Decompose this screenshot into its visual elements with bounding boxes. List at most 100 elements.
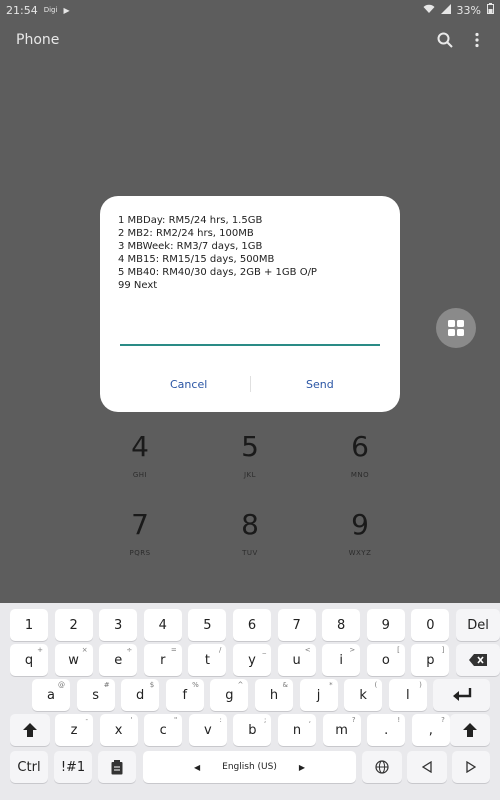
key-u-alt: < (304, 646, 311, 654)
search-button[interactable] (434, 29, 456, 51)
enter-button[interactable] (433, 679, 490, 711)
key-h-label: h (269, 687, 279, 703)
arrow-right-icon (466, 761, 476, 773)
wifi-icon (423, 4, 435, 17)
dial-key-5[interactable]: 5 JKL (205, 430, 295, 479)
shift-right-button[interactable] (450, 714, 490, 746)
key-l-alt: ) (419, 681, 422, 689)
key-b[interactable]: b; (233, 714, 272, 746)
key-period[interactable]: .! (367, 714, 406, 746)
key-o-alt: [ (397, 646, 400, 654)
reply-input[interactable] (120, 320, 380, 346)
language-button[interactable] (362, 751, 402, 783)
key-s-label: s (92, 687, 99, 703)
key-c[interactable]: c " (144, 714, 183, 746)
status-bar: 21:54 Digi ▶ 33% (0, 0, 500, 20)
key-i[interactable]: i > (322, 644, 361, 676)
menu-option-3: 3 MBWeek: RM3/7 days, 1GB (118, 241, 263, 252)
key-r[interactable]: r = (143, 644, 182, 676)
key-4[interactable]: 4 (143, 609, 182, 641)
key-o[interactable]: o[ (366, 644, 405, 676)
shift-icon (463, 723, 477, 737)
key-s-alt: # (103, 681, 110, 689)
cursor-right-button[interactable] (452, 751, 490, 783)
ctrl-button[interactable]: Ctrl (10, 751, 48, 783)
delete-button[interactable]: Del (456, 609, 500, 641)
key-y-alt: _ (262, 646, 267, 654)
key-z-label: z (70, 722, 78, 738)
space-bar[interactable]: ◀ English (US) ▶ (143, 751, 356, 783)
key-g[interactable]: g ^ (210, 679, 249, 711)
shift-icon (23, 723, 37, 737)
dial-key-9[interactable]: 9 WXYZ (315, 508, 405, 557)
symbols-button[interactable]: !#1 (54, 751, 92, 783)
dial-key-4[interactable]: 4 GHI (95, 430, 185, 479)
key-u[interactable]: u < (277, 644, 316, 676)
key-w[interactable]: w × (54, 644, 93, 676)
button-divider (250, 376, 251, 392)
key-9-label: 9 (381, 617, 390, 633)
key-h[interactable]: h & (255, 679, 293, 711)
key-t-label: t (204, 652, 210, 668)
key-8[interactable]: 8 (322, 609, 361, 641)
more-options-button[interactable] (466, 29, 488, 51)
key-v-alt: : (219, 716, 222, 724)
key-d[interactable]: d $ (121, 679, 160, 711)
key-1[interactable]: 1 (10, 609, 48, 641)
dialpad: 4 GHI 5 JKL 6 MNO 7 PQRS 8 TUV 9 WXYZ (0, 430, 500, 586)
key-k-alt: ( (374, 681, 378, 689)
key-0[interactable]: 0 (411, 609, 450, 641)
key-w-label: w (68, 652, 79, 668)
keyboard-row-4: Ctrl !#1 ◀ English (US) ▶ (0, 751, 500, 783)
signal-icon (440, 3, 451, 17)
key-comma[interactable]: ,? (411, 714, 450, 746)
menu-option-2: 2 MB2: RM2/24 hrs, 100MB (118, 228, 254, 239)
clipboard-icon (111, 759, 123, 774)
dial-key-8[interactable]: 8 TUV (205, 508, 295, 557)
key-c-label: c (159, 722, 167, 738)
keypad-toggle-button[interactable] (436, 308, 476, 348)
key-q[interactable]: q + (10, 644, 48, 676)
key-n[interactable]: n, (278, 714, 316, 746)
key-v[interactable]: v: (188, 714, 227, 746)
key-x[interactable]: x ' (99, 714, 138, 746)
send-button[interactable]: Send (306, 378, 334, 391)
key-e[interactable]: e ÷ (99, 644, 138, 676)
key-2[interactable]: 2 (54, 609, 93, 641)
backspace-button[interactable] (456, 644, 500, 676)
key-s[interactable]: s # (76, 679, 115, 711)
key-n-label: n (292, 722, 302, 738)
key-l-label: l (405, 687, 410, 703)
key-2-label: 2 (69, 617, 78, 633)
key-j-label: j (316, 687, 321, 703)
key-k[interactable]: k( (344, 679, 383, 711)
key-6-label: 6 (247, 617, 257, 633)
key-d-alt: $ (149, 681, 155, 689)
key-x-alt: ' (130, 716, 133, 724)
key-z[interactable]: z- (55, 714, 93, 746)
dial-key-7[interactable]: 7 PQRS (95, 508, 185, 557)
dial-key-6[interactable]: 6 MNO (315, 430, 405, 479)
key-q-alt: + (37, 646, 43, 654)
key-1-label: 1 (24, 617, 34, 633)
key-t[interactable]: t / (188, 644, 227, 676)
key-p[interactable]: p] (411, 644, 450, 676)
backspace-icon (469, 654, 487, 666)
key-6[interactable]: 6 (233, 609, 271, 641)
key-j[interactable]: j * (299, 679, 338, 711)
key-r-label: r (160, 652, 166, 668)
key-c-alt: " (173, 716, 178, 724)
cancel-button[interactable]: Cancel (170, 378, 207, 391)
key-9[interactable]: 9 (366, 609, 405, 641)
key-y[interactable]: y _ (233, 644, 271, 676)
clipboard-button[interactable] (98, 751, 136, 783)
key-m[interactable]: m? (322, 714, 361, 746)
key-7[interactable]: 7 (277, 609, 316, 641)
key-5[interactable]: 5 (188, 609, 227, 641)
key-a[interactable]: a @ (32, 679, 70, 711)
key-f[interactable]: f% (165, 679, 204, 711)
cursor-left-button[interactable] (407, 751, 447, 783)
key-l[interactable]: l) (388, 679, 427, 711)
key-3[interactable]: 3 (99, 609, 138, 641)
shift-left-button[interactable] (10, 714, 50, 746)
